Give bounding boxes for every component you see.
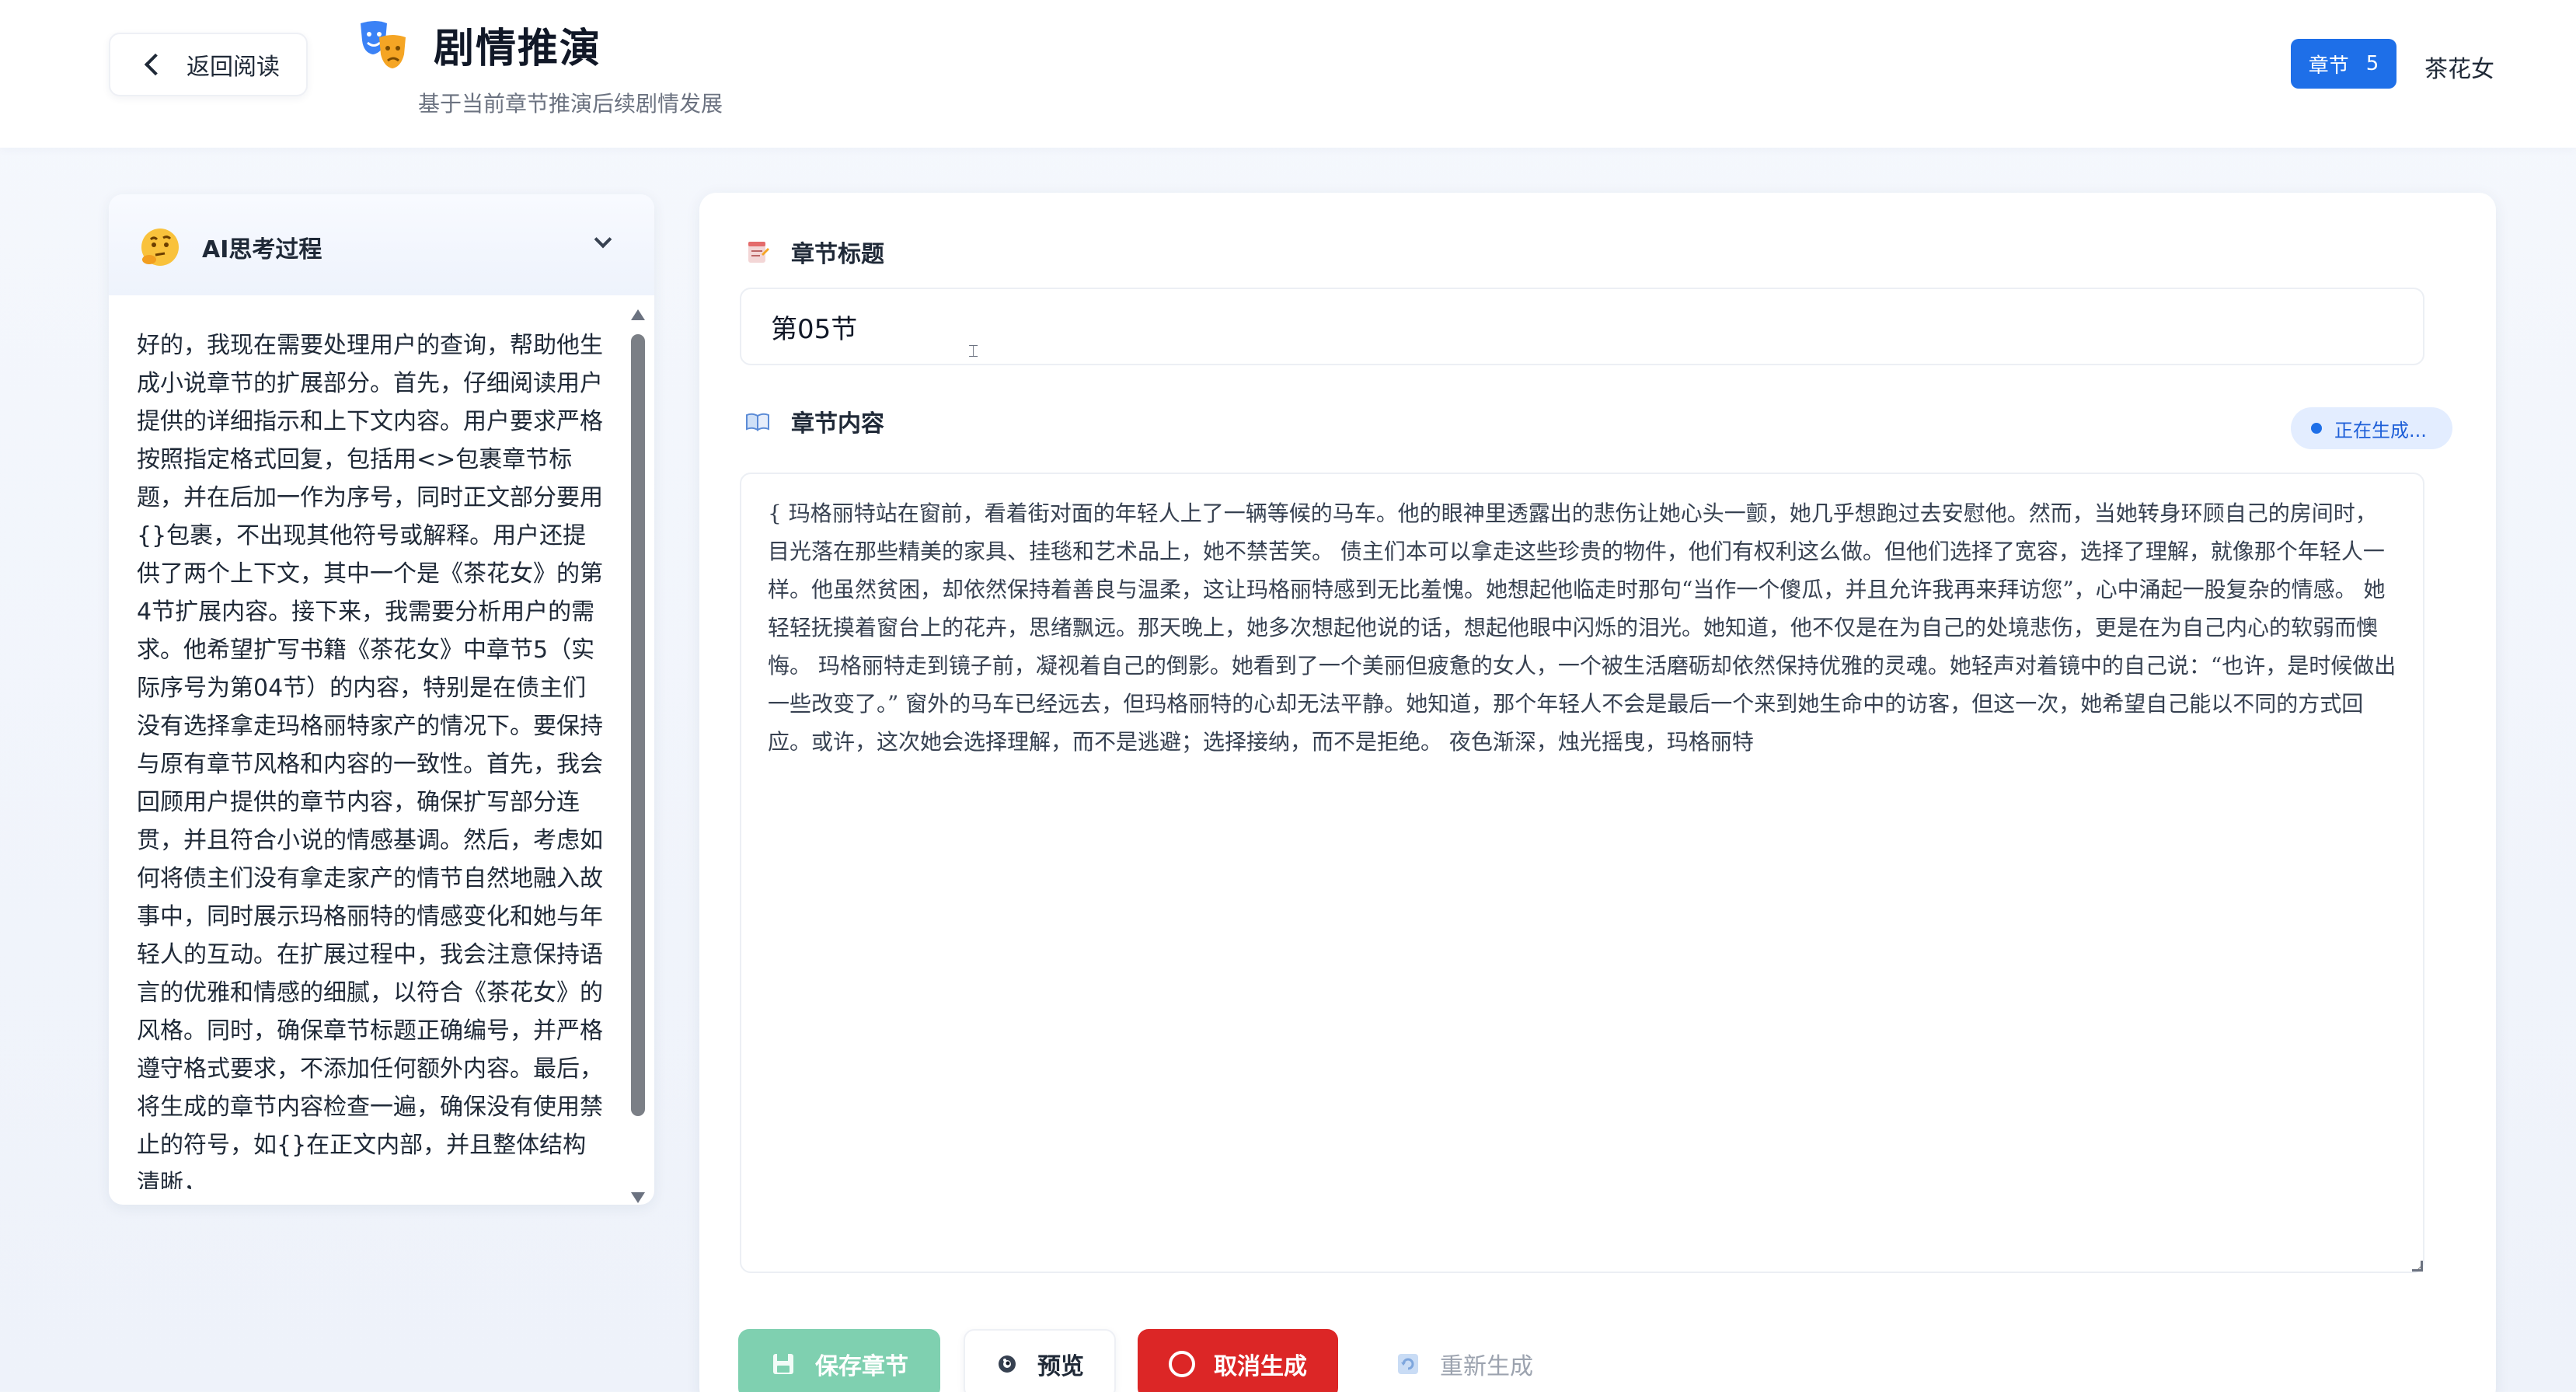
chapter-content-label: 章节内容 <box>791 410 884 438</box>
chapter-editor-panel: 章节标题 ⌶ 章节内容 正在生成... { 玛格丽特站在窗前，看着街对面的年轻人… <box>699 193 2496 1392</box>
floppy-disk-icon <box>773 1354 793 1374</box>
app-header: 返回阅读 剧情推演 基于当前章节推演后续剧情发展 章节 5 茶花女 <box>0 0 2576 148</box>
preview-button-label: 预览 <box>1037 1353 1084 1380</box>
chapter-badge-label: 章节 <box>2308 54 2349 78</box>
status-dot-icon <box>2311 423 2322 434</box>
thinking-scrollbar[interactable] <box>628 309 648 1203</box>
chevron-left-icon <box>144 53 167 76</box>
chapter-content-label-row: 章节内容 <box>744 404 884 438</box>
chapter-title-input[interactable] <box>740 288 2424 365</box>
memo-icon <box>748 242 769 263</box>
ai-thinking-header[interactable]: AI思考过程 <box>109 194 654 295</box>
back-to-reading-button[interactable]: 返回阅读 <box>109 33 308 96</box>
chapter-title-label-row: 章节标题 <box>744 235 884 269</box>
refresh-icon <box>1398 1354 1418 1374</box>
chapter-badge: 章节 5 <box>2291 39 2396 89</box>
book-name: 茶花女 <box>2424 56 2494 83</box>
textarea-resize-handle[interactable] <box>2412 1261 2423 1272</box>
back-button-label: 返回阅读 <box>186 54 280 81</box>
save-button-label: 保存章节 <box>815 1353 908 1380</box>
chapter-content-textarea[interactable]: { 玛格丽特站在窗前，看着街对面的年轻人上了一辆等候的马车。他的眼神里透露出的悲… <box>740 473 2424 1273</box>
eye-icon <box>999 1355 1016 1373</box>
ai-thinking-text: 好的，我现在需要处理用户的查询，帮助他生成小说章节的扩展部分。首先，仔细阅读用户… <box>137 332 603 1189</box>
save-chapter-button[interactable]: 保存章节 <box>738 1329 940 1392</box>
scroll-up-arrow-icon[interactable] <box>631 309 645 320</box>
generating-status-badge: 正在生成... <box>2291 407 2452 449</box>
thinking-face-icon <box>141 229 179 266</box>
theater-masks-icon <box>361 21 406 68</box>
preview-button[interactable]: 预览 <box>964 1329 1116 1392</box>
scrollbar-thumb[interactable] <box>631 334 645 1116</box>
cancel-button-label: 取消生成 <box>1214 1353 1307 1380</box>
scroll-down-arrow-icon[interactable] <box>631 1192 645 1203</box>
generating-status-text: 正在生成... <box>2334 419 2427 441</box>
mouse-cursor-icon: ⌶ <box>968 342 979 361</box>
chapter-title-label: 章节标题 <box>791 241 884 268</box>
cancel-generation-button[interactable]: 取消生成 <box>1138 1329 1338 1392</box>
regenerate-button-label: 重新生成 <box>1440 1353 1533 1380</box>
ai-thinking-panel: AI思考过程 好的，我现在需要处理用户的查询，帮助他生成小说章节的扩展部分。首先… <box>109 194 654 1205</box>
page-subtitle: 基于当前章节推演后续剧情发展 <box>418 91 723 117</box>
open-book-icon <box>746 413 769 431</box>
page-title: 剧情推演 <box>434 26 602 72</box>
stop-circle-icon <box>1169 1351 1195 1377</box>
ai-thinking-title: AI思考过程 <box>202 236 322 263</box>
chapter-badge-number: 5 <box>2365 52 2379 75</box>
chevron-down-icon[interactable] <box>594 230 612 249</box>
regenerate-button[interactable]: 重新生成 <box>1372 1329 1556 1392</box>
